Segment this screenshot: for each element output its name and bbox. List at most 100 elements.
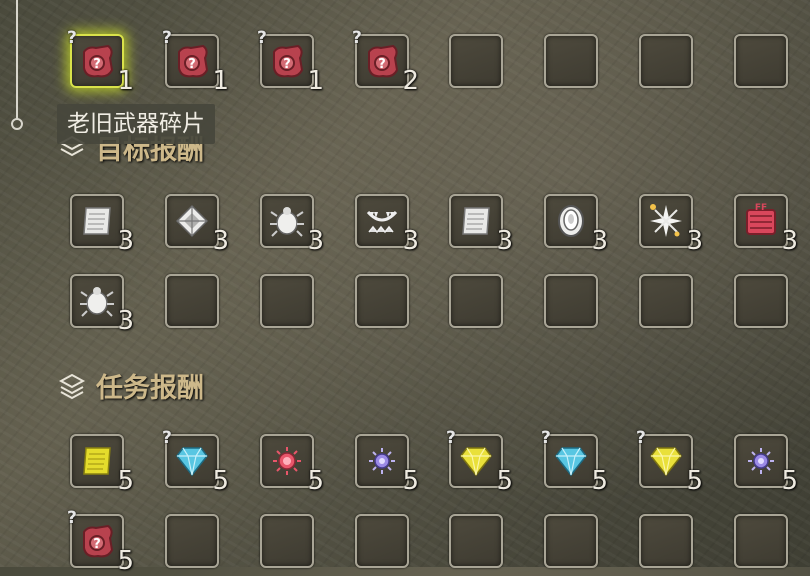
item-slot[interactable]: 3: [70, 194, 134, 256]
empty-slot[interactable]: [355, 514, 409, 568]
red-ticket-icon: FF: [746, 203, 776, 235]
unknown-icon: ?: [162, 428, 172, 448]
scrollbar-knob[interactable]: [11, 118, 23, 130]
unknown-icon: ?: [67, 28, 77, 48]
unknown-icon: ?: [352, 28, 362, 48]
item-quantity: 3: [402, 226, 419, 256]
item-quantity: 3: [496, 226, 513, 256]
empty-slot[interactable]: [449, 34, 503, 88]
blue-gem-icon: [176, 447, 208, 477]
sparkle-icon: [650, 204, 682, 237]
item-quantity: 5: [117, 546, 134, 576]
svg-text:?: ?: [93, 57, 101, 72]
empty-slot[interactable]: [639, 274, 693, 328]
empty-slot[interactable]: [544, 274, 598, 328]
old-weapon-fragment-icon: ?: [83, 524, 114, 558]
empty-slot[interactable]: [449, 514, 503, 568]
item-slot[interactable]: FF 3: [734, 194, 798, 256]
item-quantity: 5: [307, 466, 324, 496]
item-slot[interactable]: 3: [449, 194, 513, 256]
yellow-gem-icon: [650, 447, 682, 477]
item-slot[interactable]: 5: [355, 434, 419, 496]
item-quantity: 5: [686, 466, 703, 496]
purple-jewel-icon: [369, 448, 395, 474]
item-slot[interactable]: ? 5: [636, 428, 703, 496]
unknown-icon: ?: [67, 508, 77, 528]
item-quantity: 3: [212, 226, 229, 256]
layers-icon: [58, 373, 86, 400]
unknown-icon: ?: [257, 28, 267, 48]
item-slot[interactable]: 5: [260, 434, 324, 496]
scroll-icon: [462, 207, 490, 235]
item-quantity: 3: [117, 306, 134, 336]
item-slot[interactable]: 3: [70, 274, 134, 336]
item-slot[interactable]: ? 5: [162, 428, 229, 496]
scrollbar-track[interactable]: [16, 0, 18, 120]
item-slot[interactable]: 3: [639, 194, 703, 256]
scale-icon: [175, 204, 209, 238]
item-quantity: 3: [686, 226, 703, 256]
item-quantity: 3: [591, 226, 608, 256]
item-quantity: 5: [117, 466, 134, 496]
jaw-icon: [366, 210, 398, 234]
item-slot[interactable]: 5: [734, 434, 798, 496]
purple-jewel-icon: [748, 448, 774, 474]
scroll-icon: [83, 207, 111, 235]
empty-slot[interactable]: [734, 274, 788, 328]
empty-slot[interactable]: [544, 514, 598, 568]
yellow-gem-icon: [460, 447, 492, 477]
section-title: 任务报酬: [96, 373, 204, 404]
item-slot[interactable]: ? 5: [446, 428, 513, 496]
item-quantity: 1: [212, 66, 229, 96]
svg-text:?: ?: [93, 537, 101, 552]
unknown-icon: ?: [541, 428, 551, 448]
bug-icon: [270, 207, 304, 237]
empty-slot[interactable]: [639, 34, 693, 88]
empty-slot[interactable]: [734, 34, 788, 88]
svg-text:FF: FF: [755, 203, 767, 213]
empty-slot[interactable]: [260, 514, 314, 568]
old-weapon-fragment-icon: ?: [273, 44, 304, 78]
old-weapon-fragment-icon: ?: [178, 44, 209, 78]
yellow-scroll-icon: [83, 447, 111, 475]
item-quantity: 3: [781, 226, 798, 256]
item-slot[interactable]: 3: [165, 194, 229, 256]
item-quantity: 1: [117, 66, 134, 96]
bug-icon: [80, 287, 114, 317]
item-slot[interactable]: ?? 1: [162, 28, 229, 96]
svg-text:?: ?: [283, 57, 291, 72]
item-slot[interactable]: 3: [544, 194, 608, 256]
item-quantity: 1: [307, 66, 324, 96]
unknown-icon: ?: [446, 428, 456, 448]
item-tooltip: 老旧武器碎片: [57, 104, 215, 144]
empty-slot[interactable]: [165, 274, 219, 328]
item-slot[interactable]: ? 5: [541, 428, 608, 496]
item-slot[interactable]: ?? 2: [352, 28, 419, 96]
empty-slot[interactable]: [544, 34, 598, 88]
empty-slot[interactable]: [260, 274, 314, 328]
red-jewel-icon: [273, 447, 301, 475]
unknown-icon: ?: [162, 28, 172, 48]
svg-text:?: ?: [188, 57, 196, 72]
unknown-icon: ?: [636, 428, 646, 448]
item-slot[interactable]: ?? 1: [67, 28, 134, 96]
empty-slot[interactable]: [639, 514, 693, 568]
item-slot[interactable]: 5: [70, 434, 134, 496]
empty-slot[interactable]: [734, 514, 788, 568]
item-quantity: 2: [402, 66, 419, 96]
item-slot[interactable]: 3: [260, 194, 324, 256]
empty-slot[interactable]: [165, 514, 219, 568]
blue-gem-icon: [555, 447, 587, 477]
item-quantity: 5: [212, 466, 229, 496]
svg-text:?: ?: [378, 57, 386, 72]
item-slot[interactable]: 3: [355, 194, 419, 256]
empty-slot[interactable]: [355, 274, 409, 328]
item-quantity: 5: [781, 466, 798, 496]
empty-slot[interactable]: [449, 274, 503, 328]
item-quantity: 3: [117, 226, 134, 256]
item-slot[interactable]: ?? 1: [257, 28, 324, 96]
item-slot[interactable]: ?? 5: [67, 508, 134, 576]
item-quantity: 5: [402, 466, 419, 496]
item-quantity: 3: [307, 226, 324, 256]
old-weapon-fragment-icon: ?: [83, 44, 114, 78]
